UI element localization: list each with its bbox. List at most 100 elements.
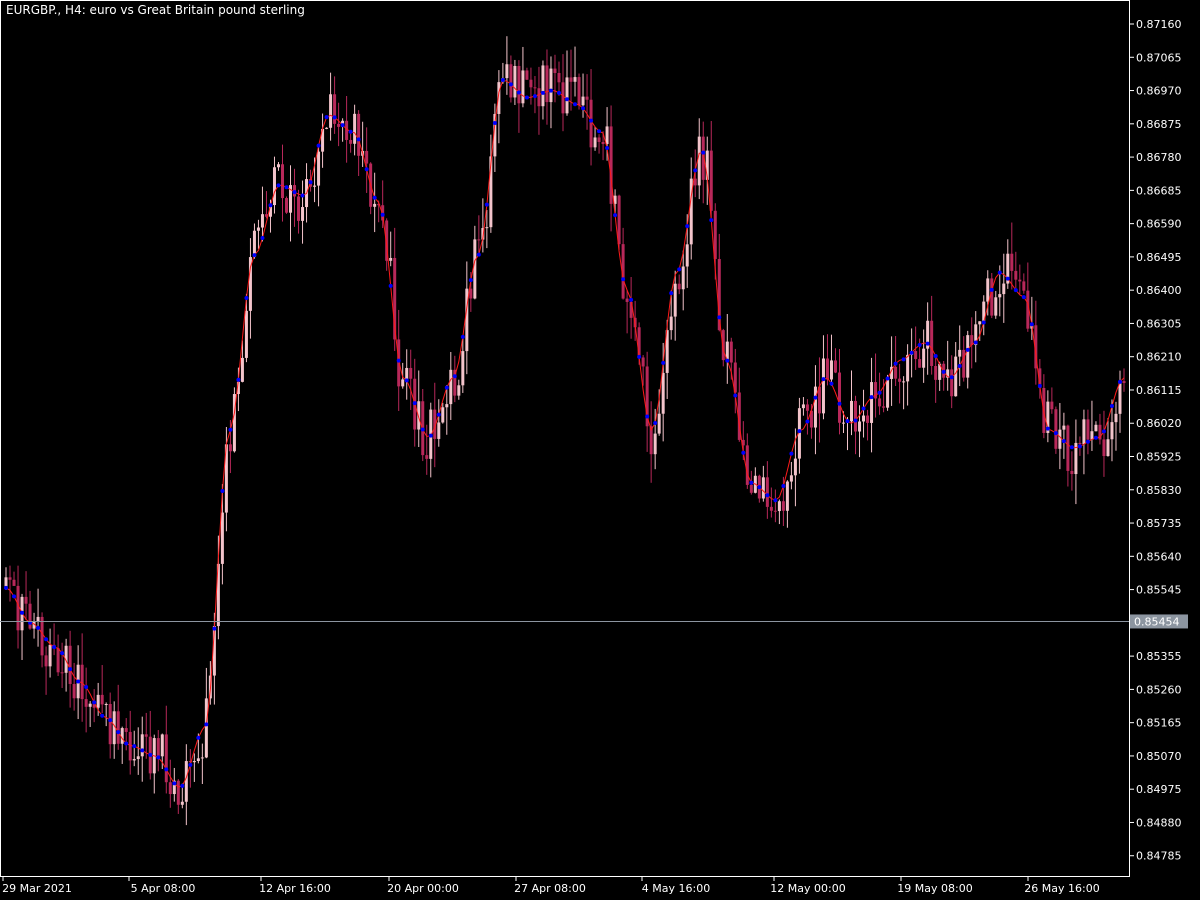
- candle-body: [240, 357, 244, 382]
- ma-dot: [140, 748, 145, 753]
- x-tick-label: 4 May 16:00: [642, 882, 710, 895]
- candle-body: [1102, 439, 1106, 457]
- ma-dot: [196, 735, 201, 740]
- candle-body: [104, 703, 108, 705]
- ma-dot: [468, 278, 473, 283]
- candle-body: [918, 359, 922, 368]
- ma-dot: [1061, 439, 1066, 444]
- ma-dot: [460, 334, 465, 339]
- candle-body: [353, 113, 357, 144]
- candle-body: [260, 214, 264, 228]
- ma-dot: [813, 395, 818, 400]
- ma-dot: [204, 722, 209, 727]
- candle-body: [934, 365, 938, 380]
- candle-body: [301, 207, 305, 221]
- candle-body: [749, 484, 753, 493]
- candle-body: [533, 87, 537, 89]
- candle-body: [637, 327, 641, 358]
- candle-body: [60, 672, 64, 674]
- candle-body: [56, 648, 60, 673]
- ma-dot: [372, 195, 377, 200]
- candle-body: [657, 413, 661, 434]
- candle-body: [866, 415, 870, 423]
- ma-dot: [4, 585, 9, 590]
- ma-dot: [981, 320, 986, 325]
- ma-dot: [1085, 439, 1090, 444]
- ma-dot: [1077, 444, 1082, 449]
- ma-dot: [20, 610, 25, 615]
- candle-body: [653, 433, 657, 455]
- candle-body: [192, 761, 196, 763]
- candle-body: [998, 294, 1002, 298]
- candle-body: [773, 510, 777, 512]
- ma-dot: [244, 296, 249, 301]
- y-tick-label: 0.85355: [1136, 650, 1182, 663]
- candle-body: [1010, 253, 1014, 271]
- candle-body: [573, 77, 577, 82]
- candle-body: [409, 367, 413, 379]
- candle-body: [449, 369, 453, 405]
- ma-dot: [917, 342, 922, 347]
- time-axis: 29 Mar 2021 5 Apr 08:00 12 Apr 16:00 20 Apr…: [2, 877, 1100, 895]
- candle-body: [276, 164, 280, 168]
- ma-dot: [212, 626, 217, 631]
- ma-dot: [901, 357, 906, 362]
- y-tick-label: 0.86020: [1136, 417, 1182, 430]
- ma-dot: [653, 421, 658, 426]
- ma-dot: [180, 783, 185, 788]
- candle-body: [585, 96, 589, 100]
- candle-body: [517, 65, 521, 104]
- candle-body: [1094, 424, 1098, 432]
- ma-dot: [821, 377, 826, 382]
- candle-body: [854, 400, 858, 432]
- candle-body: [1114, 413, 1118, 423]
- ma-dot: [845, 419, 850, 424]
- candle-body: [36, 616, 40, 622]
- ma-dot: [12, 594, 17, 599]
- ma-dot: [332, 115, 337, 120]
- ma-dot: [116, 730, 121, 735]
- ma-dot: [1101, 429, 1106, 434]
- candle-body: [962, 349, 966, 378]
- candle-body: [793, 458, 797, 476]
- candle-body: [685, 244, 689, 267]
- ma-dot: [893, 361, 898, 366]
- candle-body: [373, 203, 377, 207]
- candle-body: [164, 734, 168, 783]
- candle-body: [1122, 381, 1126, 384]
- candle-body: [593, 137, 597, 148]
- candle-body: [978, 321, 982, 325]
- candle-body: [641, 357, 645, 367]
- y-tick-label: 0.84880: [1136, 816, 1182, 829]
- ma-dot: [709, 218, 714, 223]
- ma-dot: [973, 340, 978, 345]
- y-tick-label: 0.85545: [1136, 584, 1182, 597]
- ma-dot: [885, 376, 890, 381]
- candle-body: [1054, 409, 1058, 449]
- candle-body: [345, 120, 349, 140]
- ma-dot: [741, 450, 746, 455]
- candle-body: [8, 577, 12, 580]
- candle-body: [954, 356, 958, 397]
- candle-body: [994, 297, 998, 316]
- ma-dot: [877, 390, 882, 395]
- candle-body: [200, 757, 204, 759]
- candle-body: [894, 366, 898, 379]
- candle-body: [28, 603, 32, 629]
- ma-dot: [60, 651, 65, 656]
- candle-body: [561, 82, 565, 114]
- ma-dot: [957, 364, 962, 369]
- candle-body: [625, 298, 629, 302]
- candle-body: [565, 77, 569, 114]
- candle-body: [132, 759, 136, 761]
- candle-body: [950, 369, 954, 397]
- ma-dot: [909, 350, 914, 355]
- ma-dot: [941, 369, 946, 374]
- ma-dot: [44, 637, 49, 642]
- y-tick-label: 0.86590: [1136, 218, 1182, 231]
- ma-dot: [853, 418, 858, 423]
- candle-body: [349, 139, 353, 144]
- ma-dot: [757, 485, 762, 490]
- candle-body: [765, 477, 769, 507]
- ma-dot: [925, 341, 930, 346]
